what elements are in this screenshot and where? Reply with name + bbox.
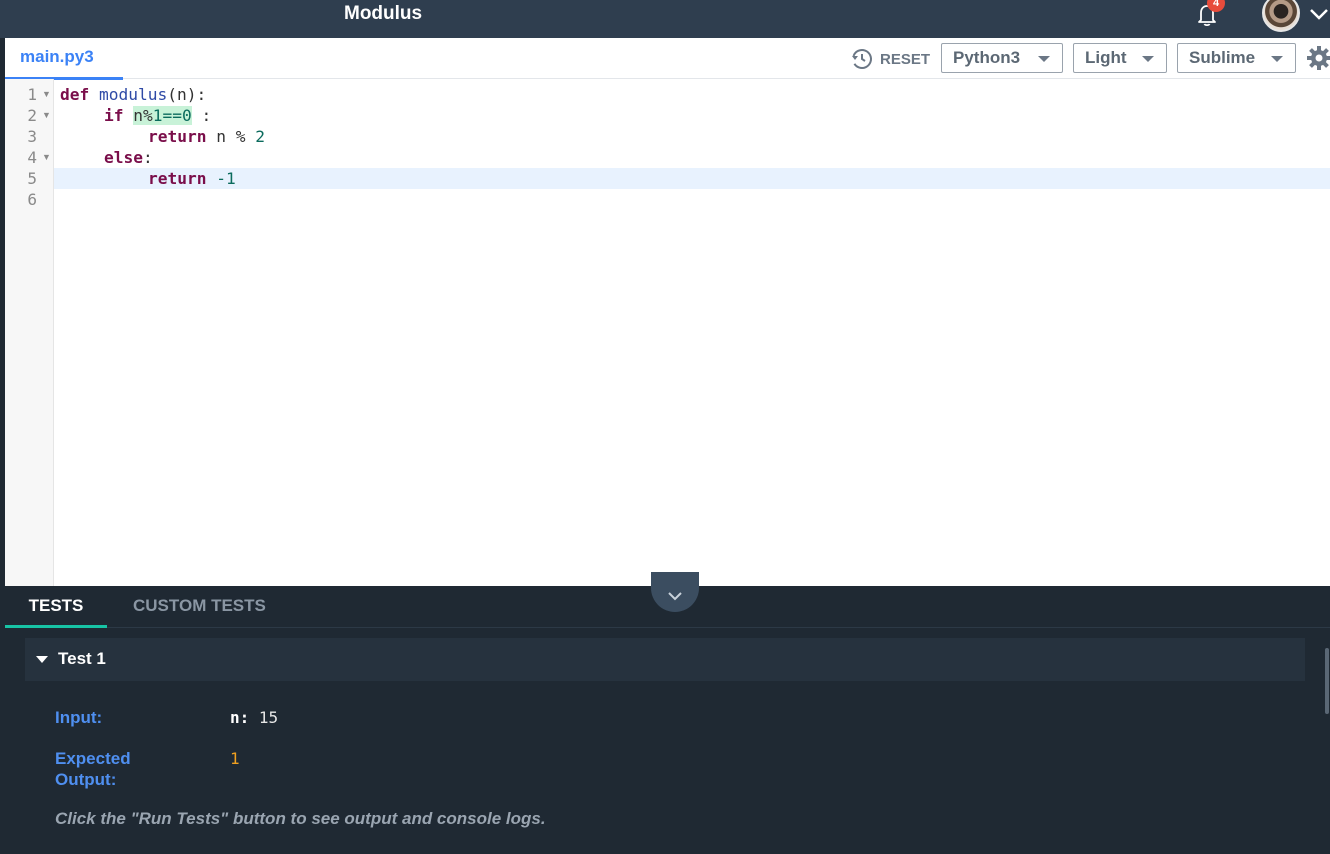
theme-value: Light <box>1085 48 1127 67</box>
top-bar: Modulus 4 <box>0 0 1330 38</box>
code-line[interactable]: def modulus(n): <box>54 84 1330 105</box>
test-title: Test 1 <box>58 649 106 668</box>
input-label: Input: <box>55 708 103 727</box>
code-number: 2 <box>255 127 265 146</box>
test-case-header[interactable]: Test 1 <box>25 638 1305 681</box>
gear-icon[interactable] <box>1307 46 1330 70</box>
collapse-panel-button[interactable] <box>651 572 699 612</box>
language-value: Python3 <box>953 48 1021 67</box>
code-number: 1==0 <box>152 106 192 125</box>
reset-icon <box>852 49 872 69</box>
line-number-gutter: 1 ▼ 2 ▼ 3 4 ▼ 5 6 <box>5 79 54 586</box>
code-area[interactable]: def modulus(n): if n%1==0 : return n % 2… <box>54 79 1330 586</box>
fold-caret-icon[interactable]: ▼ <box>42 84 51 105</box>
line-number: 1 <box>27 85 37 104</box>
keymap-select[interactable]: Sublime <box>1177 43 1296 73</box>
chevron-down-icon[interactable] <box>1308 2 1330 24</box>
chevron-down-icon <box>668 592 682 601</box>
avatar[interactable] <box>1262 0 1300 32</box>
keymap-value: Sublime <box>1189 48 1256 67</box>
code-text: : <box>191 106 212 125</box>
function-name: modulus <box>99 85 168 104</box>
caret-down-icon <box>1271 56 1283 62</box>
input-number: 15 <box>258 708 279 727</box>
reset-label: RESET <box>880 50 931 68</box>
expected-label: Expected <box>55 749 131 768</box>
code-text: n % <box>206 127 256 146</box>
tab-tests[interactable]: TESTS <box>5 586 107 628</box>
run-tests-hint: Click the "Run Tests" button to see outp… <box>55 809 546 828</box>
code-line-active[interactable]: return -1 <box>54 168 1330 189</box>
code-number: -1 <box>216 169 236 188</box>
keyword: if <box>104 106 124 125</box>
keyword: return <box>148 127 207 146</box>
tab-custom-tests[interactable]: CUSTOM TESTS <box>133 586 266 628</box>
code-line[interactable]: return n % 2 <box>54 126 1330 147</box>
code-text: : <box>142 148 153 167</box>
code-text: (n): <box>167 85 207 104</box>
keyword: else <box>104 148 143 167</box>
editor-toolbar: main.py3 RESET Python3 Light Sublime <box>5 38 1330 80</box>
caret-down-icon <box>1142 56 1154 62</box>
line-number: 2 <box>27 106 37 125</box>
line-number: 3 <box>27 127 37 146</box>
tab-label: TESTS <box>28 596 84 615</box>
code-line[interactable]: else: <box>54 147 1330 168</box>
code-line[interactable] <box>54 189 1330 210</box>
keyword: def <box>60 85 90 104</box>
expected-value: 1 <box>230 749 240 768</box>
caret-down-icon <box>36 656 48 663</box>
keyword: return <box>148 169 207 188</box>
file-tab[interactable]: main.py3 <box>5 38 123 80</box>
line-number: 6 <box>27 190 37 209</box>
line-number: 4 <box>27 148 37 167</box>
tests-tab-bar: TESTS CUSTOM TESTS <box>5 572 1330 628</box>
page-title: Modulus <box>344 3 423 24</box>
scrollbar[interactable] <box>1325 648 1329 714</box>
caret-down-icon <box>1038 56 1050 62</box>
code-line[interactable]: if n%1==0 : <box>54 105 1330 126</box>
expected-label-2: Output: <box>55 770 117 789</box>
fold-caret-icon[interactable]: ▼ <box>42 147 51 168</box>
notification-badge: 4 <box>1207 0 1225 12</box>
code-editor: main.py3 RESET Python3 Light Sublime 1 ▼… <box>5 38 1330 586</box>
fold-caret-icon[interactable]: ▼ <box>42 105 51 126</box>
file-tab-label: main.py3 <box>20 47 94 66</box>
reset-button[interactable]: RESET <box>850 46 930 72</box>
input-key: n: <box>230 708 250 727</box>
tests-panel: Test 1 Input: n: 15 Expected Output: 1 C… <box>5 628 1330 854</box>
language-select[interactable]: Python3 <box>941 43 1063 73</box>
tab-label: CUSTOM TESTS <box>133 596 266 615</box>
input-value: n: 15 <box>230 708 278 727</box>
code-text: n% <box>133 106 153 125</box>
line-number: 5 <box>27 169 37 188</box>
theme-select[interactable]: Light <box>1073 43 1167 73</box>
